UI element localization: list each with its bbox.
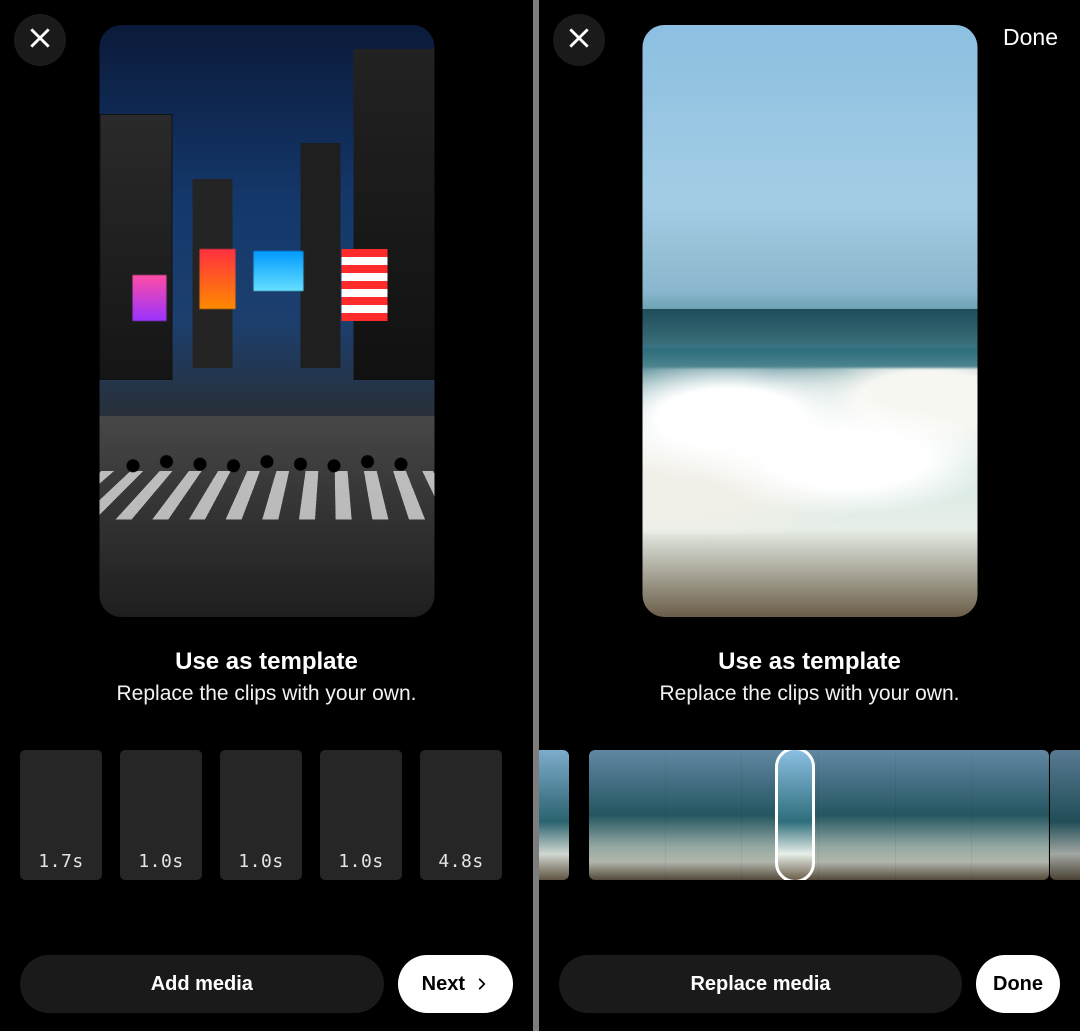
- clip-duration: 1.0s: [220, 851, 302, 872]
- clip-slots: 1.7s 1.0s 1.0s 1.0s 4.8s: [20, 750, 533, 880]
- timeline-next-clip[interactable]: [1050, 750, 1080, 880]
- clip-duration: 1.7s: [20, 851, 102, 872]
- clip-slot[interactable]: 1.0s: [220, 750, 302, 880]
- button-label: Done: [1003, 24, 1058, 50]
- clip-slot[interactable]: 1.7s: [20, 750, 102, 880]
- clip-duration: 1.0s: [320, 851, 402, 872]
- clip-duration: 4.8s: [420, 851, 502, 872]
- clip-slot[interactable]: 1.0s: [320, 750, 402, 880]
- template-subtitle: Replace the clips with your own.: [539, 682, 1080, 706]
- template-screen-replace: Done Use as template Replace the clips w…: [539, 0, 1080, 1031]
- button-label: Replace media: [690, 973, 830, 996]
- preview-media: [99, 25, 434, 617]
- close-icon: [566, 25, 592, 56]
- close-icon: [27, 25, 53, 56]
- done-link[interactable]: Done: [1003, 24, 1058, 51]
- action-bar: Add media Next: [20, 955, 513, 1013]
- done-button[interactable]: Done: [976, 955, 1060, 1013]
- add-media-button[interactable]: Add media: [20, 955, 384, 1013]
- close-button[interactable]: [14, 14, 66, 66]
- button-label: Next: [422, 973, 465, 996]
- template-info: Use as template Replace the clips with y…: [0, 648, 533, 706]
- close-button[interactable]: [553, 14, 605, 66]
- clip-slot[interactable]: 4.8s: [420, 750, 502, 880]
- action-bar: Replace media Done: [559, 955, 1060, 1013]
- timeline-playhead[interactable]: [775, 750, 815, 880]
- replace-media-button[interactable]: Replace media: [559, 955, 962, 1013]
- button-label: Done: [993, 973, 1043, 996]
- clip-duration: 1.0s: [120, 851, 202, 872]
- template-subtitle: Replace the clips with your own.: [0, 682, 533, 706]
- timeline-filmstrip[interactable]: [589, 750, 1049, 880]
- clip-slot[interactable]: 1.0s: [120, 750, 202, 880]
- template-title: Use as template: [0, 648, 533, 676]
- template-screen-empty: Use as template Replace the clips with y…: [0, 0, 533, 1031]
- button-label: Add media: [151, 973, 253, 996]
- template-info: Use as template Replace the clips with y…: [539, 648, 1080, 706]
- next-button[interactable]: Next: [398, 955, 513, 1013]
- clip-timeline: [539, 750, 1080, 880]
- template-title: Use as template: [539, 648, 1080, 676]
- timeline-prev-clip[interactable]: [539, 750, 569, 880]
- preview-media: [642, 25, 977, 617]
- chevron-right-icon: [475, 975, 489, 993]
